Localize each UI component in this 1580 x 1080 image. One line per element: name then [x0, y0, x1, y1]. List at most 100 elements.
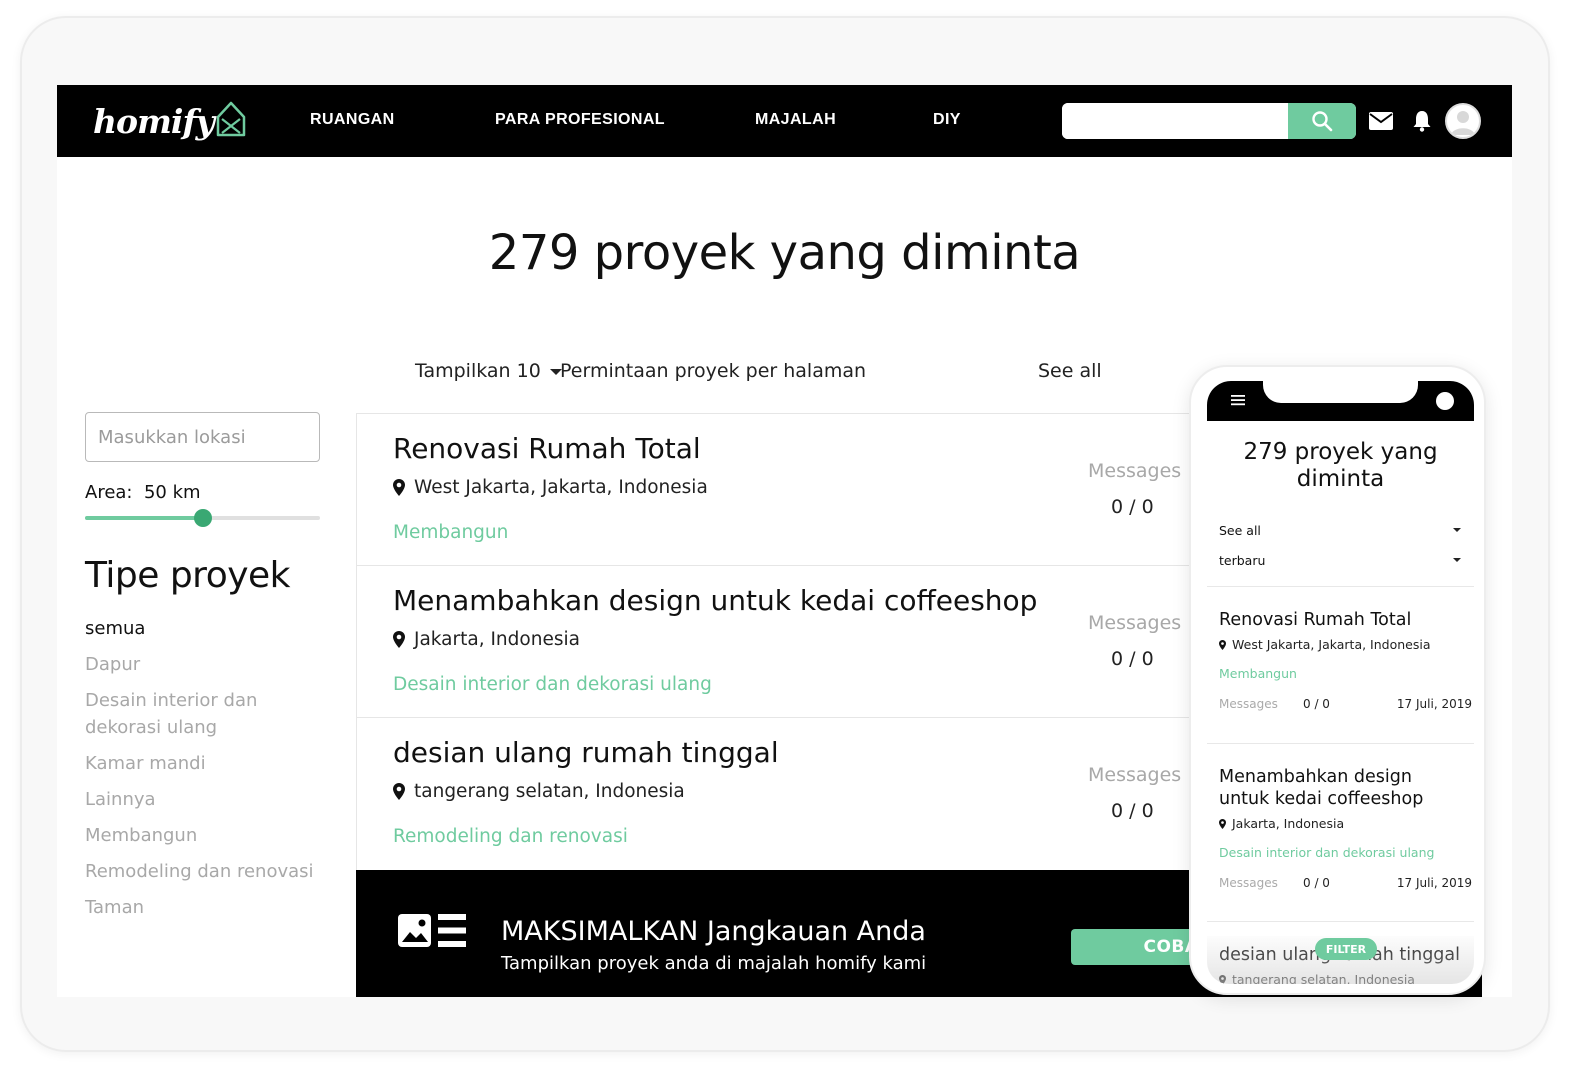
phone-card-title: Renovasi Rumah Total	[1219, 610, 1412, 630]
project-list: Renovasi Rumah Total West Jakarta, Jakart…	[356, 413, 1212, 871]
promo-subtitle: Tampilkan proyek anda di majalah homify …	[501, 953, 927, 974]
messages-label: Messages	[1088, 460, 1182, 482]
phone-card-location-text: Jakarta, Indonesia	[1232, 816, 1345, 831]
area-slider-thumb[interactable]	[193, 509, 212, 527]
location-pin-icon	[1219, 818, 1226, 829]
phone-screen: 279 proyek yang diminta See all terbaru …	[1207, 381, 1474, 984]
project-category[interactable]: Remodeling dan renovasi	[393, 826, 628, 847]
project-location-text: West Jakarta, Jakarta, Indonesia	[414, 477, 708, 498]
filter-item[interactable]: semua	[85, 615, 325, 642]
phone-card-messages: 0 / 0	[1303, 876, 1330, 890]
search-button[interactable]	[1288, 103, 1356, 139]
nav-link-diy[interactable]: DIY	[933, 111, 961, 129]
project-title[interactable]: Menambahkan design untuk kedai coffeesho…	[393, 584, 1037, 617]
phone-filter-button[interactable]: FILTER	[1315, 938, 1377, 960]
phone-card-date: 17 Juli, 2019	[1396, 697, 1472, 711]
phone-avatar[interactable]	[1436, 392, 1454, 410]
messages-label: Messages	[1088, 764, 1182, 786]
phone-divider	[1207, 586, 1474, 587]
hamburger-menu-icon[interactable]	[1231, 394, 1245, 406]
phone-card-messages-label: Messages	[1219, 876, 1278, 890]
messages-count: 0 / 0	[1111, 496, 1154, 518]
per-page-prefix: Tampilkan	[415, 360, 511, 382]
filter-item[interactable]: Membangun	[85, 822, 325, 849]
phone-project-card[interactable]: Renovasi Rumah Total West Jakarta, Jakar…	[1207, 609, 1474, 713]
filter-item[interactable]: Lainnya	[85, 786, 325, 813]
project-category[interactable]: Membangun	[393, 522, 508, 543]
search-icon	[1312, 111, 1333, 132]
phone-card-category: Membangun	[1219, 666, 1297, 681]
phone-card-title: Menambahkan design untuk kedai coffeesho…	[1219, 767, 1424, 809]
project-title[interactable]: Renovasi Rumah Total	[393, 432, 701, 465]
search-box	[1062, 103, 1356, 139]
messages-count: 0 / 0	[1111, 800, 1154, 822]
phone-card-location: tangerang selatan, Indonesia	[1219, 972, 1462, 984]
location-pin-icon	[1219, 639, 1226, 650]
project-card[interactable]: desian ulang rumah tinggal tangerang sela…	[357, 718, 1212, 870]
project-location-text: tangerang selatan, Indonesia	[414, 781, 685, 802]
phone-page-title: 279 proyek yang diminta	[1243, 439, 1438, 492]
area-label-text: Area:	[85, 482, 133, 503]
top-navbar: homify RUANGAN PARA PROFESIONAL MAJALAH …	[57, 85, 1512, 157]
see-all-link[interactable]: See all	[1038, 360, 1102, 382]
promo-title: MAKSIMALKAN Jangkauan Anda	[501, 916, 926, 947]
phone-project-card[interactable]: Menambahkan design untuk kedai coffeesho…	[1207, 766, 1474, 892]
phone-mockup: 279 proyek yang diminta See all terbaru …	[1189, 365, 1486, 995]
messages-label: Messages	[1088, 612, 1182, 634]
phone-see-all-dropdown[interactable]: See all	[1219, 523, 1463, 538]
search-input[interactable]	[1062, 103, 1288, 139]
mail-icon[interactable]	[1368, 109, 1394, 133]
phone-divider	[1207, 743, 1474, 744]
filter-item[interactable]: Dapur	[85, 651, 325, 678]
per-page-value: 10	[516, 360, 541, 382]
messages-count: 0 / 0	[1111, 648, 1154, 670]
page-title: 279 proyek yang diminta	[488, 225, 1081, 281]
homify-logo[interactable]: homify	[93, 93, 246, 149]
phone-card-location-text: West Jakarta, Jakarta, Indonesia	[1232, 637, 1431, 652]
location-input[interactable]	[85, 412, 320, 462]
project-card[interactable]: Renovasi Rumah Total West Jakarta, Jakart…	[357, 414, 1212, 566]
project-type-filter-list: semua Dapur Desain interior dan dekorasi u…	[85, 615, 325, 930]
phone-divider	[1207, 921, 1474, 922]
area-value: 50 km	[143, 482, 201, 503]
nav-link-para-profesional[interactable]: PARA PROFESIONAL	[495, 111, 665, 129]
logo-text: homify	[93, 101, 215, 141]
phone-card-messages: 0 / 0	[1303, 697, 1330, 711]
per-page-label: Permintaan proyek per halaman	[560, 360, 867, 382]
area-slider[interactable]	[85, 509, 320, 527]
phone-card-meta: Messages 0 / 0 17 Juli, 2019	[1219, 697, 1472, 713]
area-slider-fill	[85, 516, 203, 520]
house-logo-icon	[216, 101, 246, 137]
location-pin-icon	[393, 783, 405, 800]
phone-see-all-label: See all	[1219, 523, 1261, 538]
project-location: tangerang selatan, Indonesia	[393, 781, 685, 802]
phone-sort-dropdown[interactable]: terbaru	[1219, 553, 1463, 568]
bell-icon[interactable]	[1409, 109, 1435, 133]
phone-card-location: West Jakarta, Jakarta, Indonesia	[1219, 637, 1462, 652]
project-category[interactable]: Desain interior dan dekorasi ulang	[393, 674, 712, 695]
phone-sort-label: terbaru	[1219, 553, 1266, 568]
nav-link-majalah[interactable]: MAJALAH	[755, 111, 836, 129]
filter-item[interactable]: Remodeling dan renovasi	[85, 858, 325, 885]
phone-card-messages-label: Messages	[1219, 697, 1278, 711]
location-pin-icon	[393, 631, 405, 648]
project-location: Jakarta, Indonesia	[393, 629, 580, 650]
filter-item[interactable]: Kamar mandi	[85, 750, 325, 777]
phone-card-date: 17 Juli, 2019	[1396, 876, 1472, 890]
article-icon	[398, 914, 466, 947]
project-card[interactable]: Menambahkan design untuk kedai coffeesho…	[357, 566, 1212, 718]
filter-heading: Tipe proyek	[85, 555, 291, 596]
phone-topbar	[1207, 381, 1474, 421]
filter-item[interactable]: Taman	[85, 894, 325, 921]
phone-card-location: Jakarta, Indonesia	[1219, 816, 1462, 831]
nav-link-ruangan[interactable]: RUANGAN	[310, 111, 395, 129]
filter-item[interactable]: Desain interior dan dekorasi ulang	[85, 687, 325, 741]
location-pin-icon	[1219, 974, 1226, 984]
location-pin-icon	[393, 479, 405, 496]
caret-down-icon	[1453, 558, 1461, 562]
per-page-dropdown[interactable]: Tampilkan 10	[415, 360, 570, 382]
caret-down-icon	[1453, 528, 1461, 532]
area-label: Area: 50 km	[85, 482, 201, 503]
avatar[interactable]	[1445, 103, 1481, 139]
project-title[interactable]: desian ulang rumah tinggal	[393, 736, 779, 769]
